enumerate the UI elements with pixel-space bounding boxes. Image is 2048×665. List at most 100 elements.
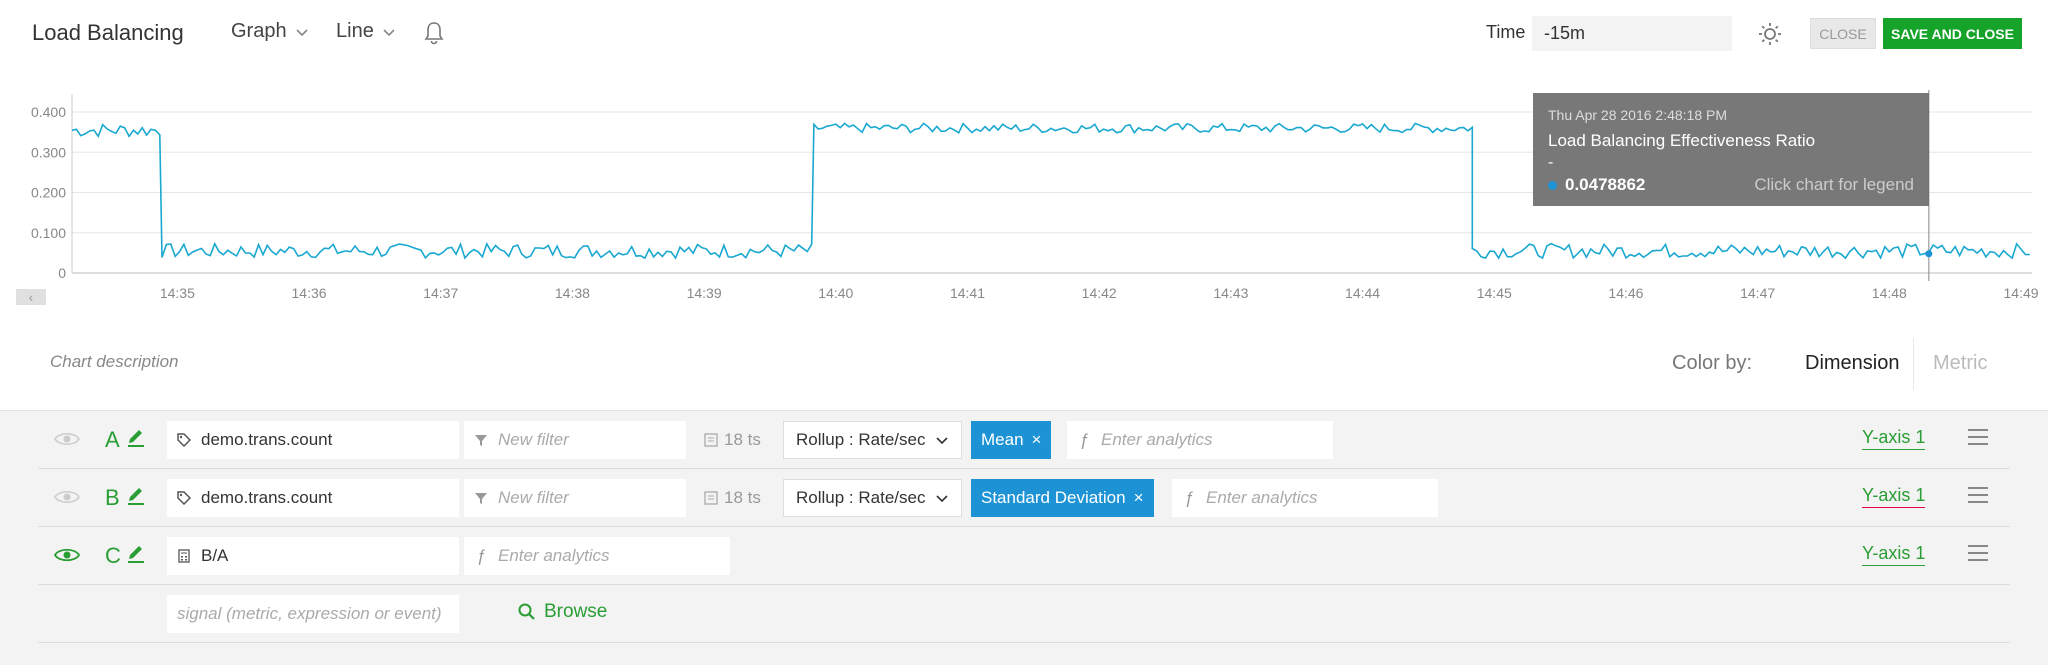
chart-scroll-left-button[interactable]: ‹ [16, 289, 46, 305]
x-tick-label: 14:49 [2004, 285, 2039, 301]
chevron-down-icon [936, 437, 949, 445]
signal-name: demo.trans.count [201, 430, 333, 449]
y-axis-selector[interactable]: Y-axis 1 [1862, 427, 1926, 450]
analytics-placeholder: Enter analytics [1101, 430, 1213, 449]
new-signal-row: signal (metric, expression or event) Bro… [38, 585, 2010, 643]
eye-icon[interactable] [54, 429, 80, 449]
browse-button[interactable]: Browse [518, 601, 607, 623]
save-and-close-button[interactable]: SAVE AND CLOSE [1883, 18, 2022, 49]
analytics-tag-standard-deviation[interactable]: Standard Deviation × [971, 479, 1154, 517]
divider [1913, 338, 1914, 390]
calculator-icon [167, 549, 201, 563]
pencil-icon[interactable] [126, 544, 146, 564]
rollup-dropdown[interactable]: Rollup : Rate/sec [783, 479, 963, 517]
chart-builder-header: Load Balancing Graph Line Time CLOSE SAV… [0, 0, 2048, 68]
rollup-label: Rollup : Rate/sec [796, 430, 926, 449]
signal-field[interactable]: demo.trans.count [167, 479, 459, 517]
plot-letter: C [105, 543, 121, 568]
chevron-down-icon [296, 28, 308, 36]
bell-icon[interactable] [423, 20, 445, 46]
filter-placeholder: New filter [498, 430, 569, 449]
chart-description-input[interactable]: Chart description [50, 352, 179, 372]
x-tick-label: 14:48 [1872, 285, 1907, 301]
y-axis-selector[interactable]: Y-axis 1 [1862, 543, 1926, 566]
color-by-dimension-option[interactable]: Dimension [1805, 352, 1899, 375]
new-signal-placeholder: signal (metric, expression or event) [177, 604, 442, 623]
eye-icon[interactable] [54, 487, 80, 507]
x-tick-label: 14:42 [1082, 285, 1117, 301]
y-axis-selector[interactable]: Y-axis 1 [1862, 485, 1926, 508]
hamburger-menu-icon[interactable] [1966, 427, 1990, 447]
y-tick-label: 0.300 [31, 144, 66, 160]
tooltip-date: Thu Apr 28 2016 2:48:18 PM [1548, 107, 1728, 123]
timeseries-count: 18 ts [704, 430, 761, 450]
plot-row-a: A demo.trans.count New filter 18 ts Roll… [38, 411, 2010, 469]
filter-field[interactable]: New filter [464, 421, 686, 459]
tooltip-series-name: Load Balancing Effectiveness Ratio [1548, 131, 1816, 150]
function-icon: ƒ [476, 546, 486, 565]
analytics-placeholder: Enter analytics [1206, 488, 1318, 507]
y-tick-label: 0.200 [31, 185, 66, 201]
signal-field[interactable]: demo.trans.count [167, 421, 459, 459]
function-icon: ƒ [1079, 430, 1089, 449]
color-by-metric-option[interactable]: Metric [1933, 352, 1987, 375]
hamburger-menu-icon[interactable] [1966, 485, 1990, 505]
plot-letter: A [105, 427, 120, 452]
analytics-tag-label: Standard Deviation [981, 488, 1126, 507]
tooltip-dash: - [1548, 154, 1554, 171]
plot-type-label: Line [336, 20, 374, 42]
pencil-icon[interactable] [126, 486, 146, 506]
rollup-label: Rollup : Rate/sec [796, 488, 926, 507]
close-button[interactable]: CLOSE [1810, 18, 1876, 49]
x-tick-label: 14:39 [687, 285, 722, 301]
timeseries-count: 18 ts [704, 488, 761, 508]
x-tick-label: 14:47 [1740, 285, 1775, 301]
tag-icon [167, 433, 201, 447]
eye-icon[interactable] [54, 545, 80, 565]
plot-editor: A demo.trans.count New filter 18 ts Roll… [0, 410, 2048, 665]
rollup-dropdown[interactable]: Rollup : Rate/sec [783, 421, 963, 459]
chart-type-label: Graph [231, 20, 287, 42]
close-icon[interactable]: × [1134, 488, 1144, 508]
x-tick-label: 14:38 [555, 285, 590, 301]
list-icon [704, 491, 718, 505]
tag-icon [167, 491, 201, 505]
chart-type-dropdown[interactable]: Graph [231, 20, 309, 43]
time-label: Time [1486, 22, 1526, 42]
signal-name: demo.trans.count [201, 488, 333, 507]
expression-field[interactable]: B/A [167, 537, 459, 575]
list-icon [704, 433, 718, 447]
filter-field[interactable]: New filter [464, 479, 686, 517]
color-by-label: Color by: [1672, 352, 1753, 374]
new-signal-input[interactable]: signal (metric, expression or event) [167, 595, 459, 633]
analytics-field[interactable]: ƒ Enter analytics [1067, 421, 1333, 459]
tooltip-hint: Click chart for legend [1754, 175, 1914, 194]
close-icon[interactable]: × [1032, 430, 1042, 450]
pencil-icon[interactable] [126, 428, 146, 448]
hamburger-menu-icon[interactable] [1966, 543, 1990, 563]
function-icon: ƒ [1184, 488, 1194, 507]
analytics-tag-mean[interactable]: Mean × [971, 421, 1052, 459]
chart-title[interactable]: Load Balancing [32, 20, 184, 46]
analytics-field[interactable]: ƒ Enter analytics [1172, 479, 1438, 517]
filter-placeholder: New filter [498, 488, 569, 507]
search-icon [518, 603, 535, 620]
series-color-dot [1548, 180, 1557, 190]
x-tick-label: 14:46 [1608, 285, 1643, 301]
chevron-down-icon [383, 28, 395, 36]
time-range-input[interactable] [1532, 16, 1732, 51]
x-tick-label: 14:44 [1345, 285, 1380, 301]
ts-count: 18 ts [724, 430, 761, 449]
x-tick-label: 14:36 [292, 285, 327, 301]
plot-letter: B [105, 485, 120, 510]
plot-type-dropdown[interactable]: Line [336, 20, 396, 43]
y-tick-label: 0 [58, 265, 66, 281]
filter-icon [464, 433, 498, 447]
plot-row-b: B demo.trans.count New filter 18 ts Roll… [38, 469, 2010, 527]
analytics-placeholder: Enter analytics [498, 546, 610, 565]
x-tick-label: 14:40 [818, 285, 853, 301]
analytics-field[interactable]: ƒ Enter analytics [464, 537, 730, 575]
ts-count: 18 ts [724, 488, 761, 507]
sun-icon[interactable] [1758, 22, 1782, 46]
analytics-tag-label: Mean [981, 430, 1024, 449]
